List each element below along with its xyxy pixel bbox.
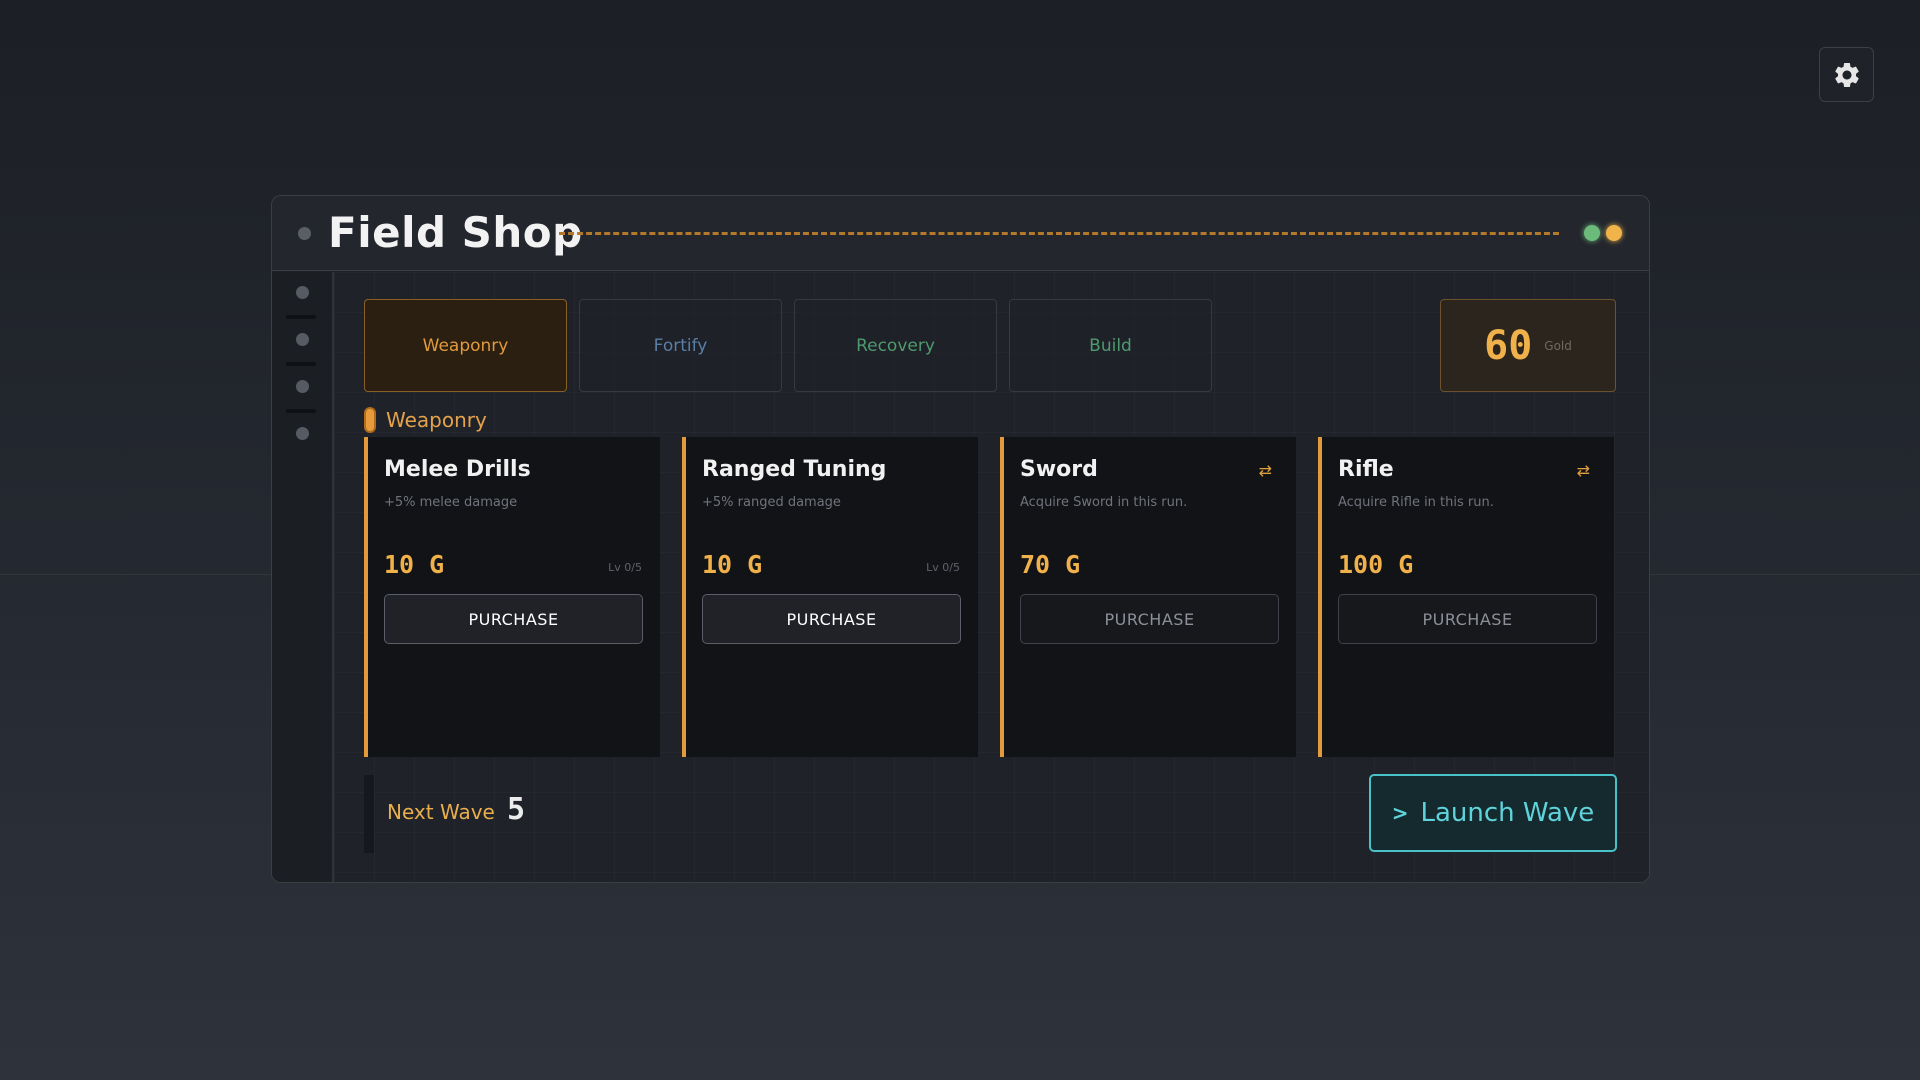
card-price: 70 G: [1020, 550, 1081, 579]
launch-wave-label: Launch Wave: [1420, 798, 1595, 828]
swap-icon: ⇄: [1576, 461, 1590, 480]
card-description: +5% ranged damage: [702, 495, 841, 510]
gold-amount: 60: [1484, 322, 1533, 369]
panel-header: Field Shop: [272, 196, 1649, 271]
rail-dot: [296, 380, 309, 393]
tab-build[interactable]: Build: [1009, 299, 1212, 392]
tab-recovery[interactable]: Recovery: [794, 299, 997, 392]
section-pill-icon: [364, 407, 376, 433]
rail-dot: [296, 427, 309, 440]
tab-label: Weaponry: [422, 335, 509, 356]
purchase-button[interactable]: PURCHASE: [1338, 594, 1597, 644]
card-level: Lv 0/5: [608, 561, 642, 574]
field-shop-panel: Field Shop Weaponry Fortify Recovery Bui…: [271, 195, 1650, 883]
card-price: 100 G: [1338, 550, 1414, 579]
gold-counter: 60 Gold: [1440, 299, 1616, 392]
rail-dot: [296, 286, 309, 299]
card-name: Rifle: [1338, 457, 1394, 482]
shop-card-ranged-tuning: Ranged Tuning +5% ranged damage 10 G Lv …: [682, 437, 978, 757]
shop-card-rifle: Rifle ⇄ Acquire Rifle in this run. 100 G…: [1318, 437, 1614, 757]
section-title: Weaponry: [386, 408, 487, 432]
card-price: 10 G: [702, 550, 763, 579]
rail-divider: [286, 362, 316, 366]
gold-label: Gold: [1544, 338, 1572, 353]
tab-label: Recovery: [856, 335, 935, 356]
card-name: Sword: [1020, 457, 1098, 482]
card-level: Lv 0/5: [926, 561, 960, 574]
next-wave-number: 5: [507, 792, 526, 827]
purchase-button[interactable]: PURCHASE: [702, 594, 961, 644]
launch-wave-button[interactable]: > Launch Wave: [1369, 774, 1617, 852]
tab-fortify[interactable]: Fortify: [579, 299, 782, 392]
panel-title: Field Shop: [328, 208, 583, 257]
card-description: Acquire Sword in this run.: [1020, 495, 1188, 510]
status-light-amber: [1606, 225, 1622, 241]
next-wave-label: Next Wave: [387, 800, 495, 824]
gear-icon: [1834, 62, 1859, 87]
swap-icon: ⇄: [1258, 461, 1272, 480]
purchase-button[interactable]: PURCHASE: [1020, 594, 1279, 644]
side-rail: [272, 272, 334, 882]
rail-divider: [286, 409, 316, 413]
settings-button[interactable]: [1819, 47, 1874, 102]
header-indicator-dot: [298, 227, 311, 240]
header-dashed-rule: [559, 232, 1559, 235]
shop-card-melee-drills: Melee Drills +5% melee damage 10 G Lv 0/…: [364, 437, 660, 757]
tab-label: Fortify: [653, 335, 708, 356]
tab-weaponry[interactable]: Weaponry: [364, 299, 567, 392]
card-price: 10 G: [384, 550, 445, 579]
chevron-right-icon: >: [1391, 801, 1409, 825]
card-description: Acquire Rifle in this run.: [1338, 495, 1494, 510]
status-light-green: [1584, 225, 1600, 241]
shop-content: Weaponry Fortify Recovery Build 60 Gold …: [334, 272, 1649, 882]
card-name: Melee Drills: [384, 457, 531, 482]
section-heading: Weaponry: [364, 407, 487, 433]
rail-dot: [296, 333, 309, 346]
wave-indicator-bar: [364, 775, 374, 853]
tab-label: Build: [1089, 335, 1132, 356]
card-name: Ranged Tuning: [702, 457, 887, 482]
rail-divider: [286, 315, 316, 319]
purchase-button[interactable]: PURCHASE: [384, 594, 643, 644]
shop-card-sword: Sword ⇄ Acquire Sword in this run. 70 G …: [1000, 437, 1296, 757]
card-description: +5% melee damage: [384, 495, 518, 510]
